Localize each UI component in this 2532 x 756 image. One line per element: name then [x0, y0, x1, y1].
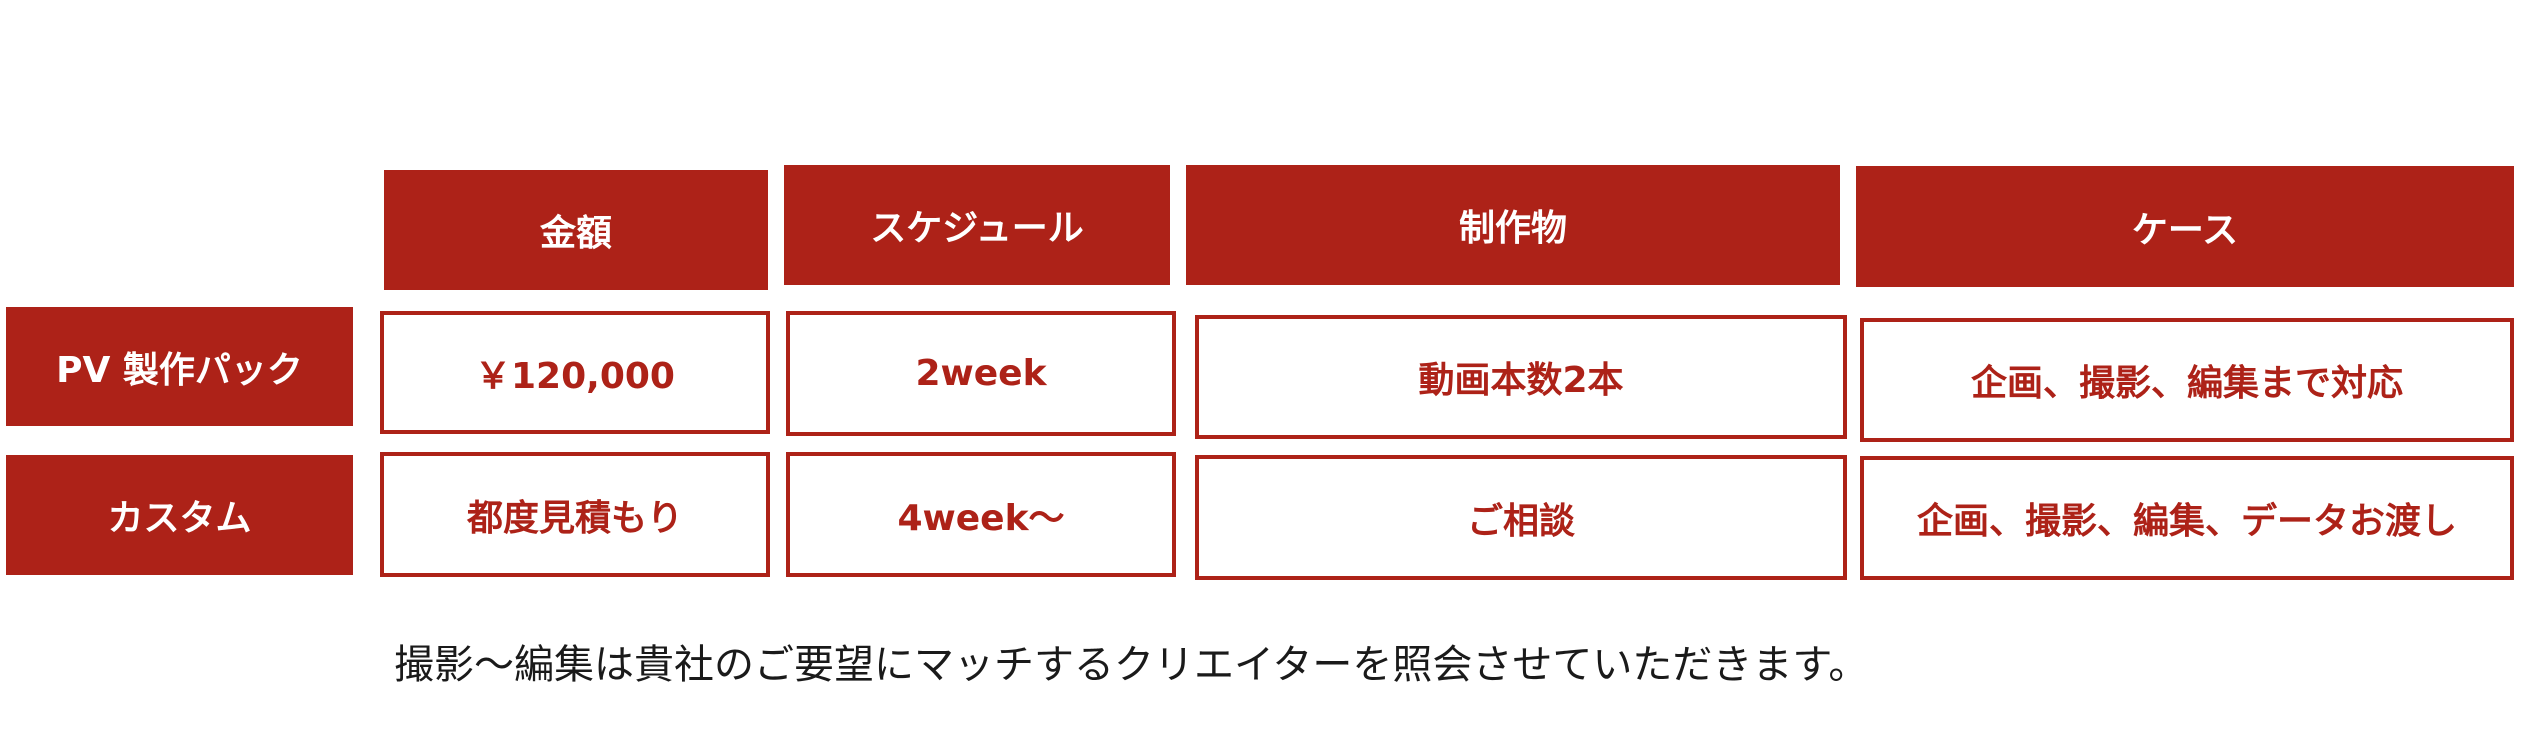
header-price: 金額 [384, 170, 768, 290]
cell-custom-price: 都度見積もり [380, 452, 770, 577]
cell-custom-case: 企画、撮影、編集、データお渡し [1860, 456, 2514, 580]
header-deliverables: 制作物 [1186, 165, 1840, 285]
cell-custom-schedule: 4week〜 [786, 452, 1176, 577]
cell-pv-pack-deliverables: 動画本数2本 [1195, 315, 1847, 439]
header-schedule: スケジュール [784, 165, 1170, 285]
cell-pv-pack-price: ￥120,000 [380, 311, 770, 434]
cell-pv-pack-case: 企画、撮影、編集まで対応 [1860, 318, 2514, 442]
footnote: 撮影〜編集は貴社のご要望にマッチするクリエイターを照会させていただきます。 [394, 642, 1869, 688]
cell-custom-deliverables: ご相談 [1195, 455, 1847, 580]
cell-pv-pack-schedule: 2week [786, 311, 1176, 436]
row-label-pv-pack: PV 製作パック [6, 307, 353, 426]
header-case: ケース [1856, 166, 2514, 287]
row-label-custom: カスタム [6, 455, 353, 575]
